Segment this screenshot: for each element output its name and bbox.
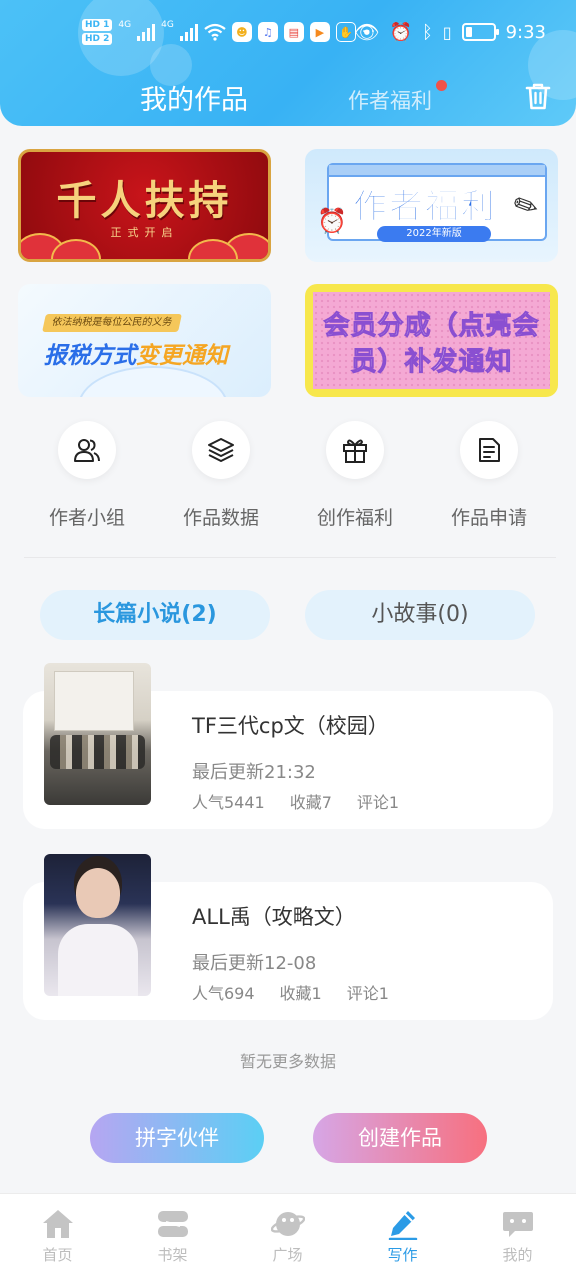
section-divider xyxy=(24,557,556,558)
book-app-icon: ▤ xyxy=(283,22,304,42)
layers-icon xyxy=(192,421,250,479)
wifi-icon xyxy=(204,23,226,41)
network-label-2: 4G xyxy=(161,20,174,30)
banner-title: 报税方式变更通知 xyxy=(44,336,228,370)
quick-label: 作品申请 xyxy=(450,507,527,529)
quick-label: 创作福利 xyxy=(316,507,393,529)
banner-title-line1: 会员分成（点亮会 xyxy=(323,311,540,342)
cover-whiteboard-decor xyxy=(54,671,134,731)
tab-author-welfare[interactable]: 作者福利 xyxy=(348,85,432,115)
chat-bubble-icon xyxy=(460,1206,575,1242)
nav-writing[interactable]: 写作 xyxy=(345,1206,460,1265)
banner-badge: 2022年新版 xyxy=(377,226,491,242)
planet-icon xyxy=(230,1206,345,1242)
hd2-label: HD 2 xyxy=(82,33,113,45)
signal-icon xyxy=(137,23,156,41)
bottom-navigation: 首页 书架 广场 写作 我的 xyxy=(0,1193,576,1280)
no-more-data-text: 暂无更多数据 xyxy=(239,1052,336,1071)
nav-bookshelf[interactable]: 书架 xyxy=(115,1206,230,1265)
home-icon xyxy=(0,1206,115,1242)
work-updated: 最后更新21:32 xyxy=(192,762,316,783)
cover-shirt-decor xyxy=(58,924,138,996)
work-title[interactable]: ALL禹（攻略文） xyxy=(192,901,356,931)
alarm-icon: ⏰ xyxy=(389,21,412,43)
battery-icon xyxy=(461,23,499,41)
top-header: HD 1 HD 2 4G 4G ☻ ♫ ▤ ▶ ✋ ··· 👁 ⏰ ᛒ ▯ 9:… xyxy=(0,0,576,126)
notification-dot xyxy=(436,80,447,91)
hand-app-icon: ✋ xyxy=(335,22,356,42)
banner-author-welfare[interactable]: 作者福利 2022年新版 ⏰ ✏ xyxy=(305,149,558,262)
hd-indicator: HD 1 HD 2 xyxy=(82,19,113,45)
tab-my-works[interactable]: 我的作品 xyxy=(140,78,248,117)
quick-work-application[interactable]: 作品申请 xyxy=(422,421,556,530)
group-icon xyxy=(58,421,116,479)
banner-title-a: 报税方式 xyxy=(44,343,136,369)
work-cover-image[interactable] xyxy=(44,663,151,805)
banner-title-b: 变更通知 xyxy=(136,343,228,369)
status-bar: HD 1 HD 2 4G 4G ☻ ♫ ▤ ▶ ✋ ··· 👁 ⏰ ᛒ ▯ 9:… xyxy=(0,14,576,50)
banner-title: 会员分成（点亮会 员）补发通知 xyxy=(305,308,558,380)
work-stats: 人气694 收藏1 评论1 xyxy=(192,980,389,1004)
work-comments: 评论1 xyxy=(356,793,400,812)
work-comments: 评论1 xyxy=(346,984,389,1003)
gift-icon xyxy=(326,421,384,479)
clock-dial-decor xyxy=(78,366,228,397)
create-work-button[interactable]: 创建作品 xyxy=(313,1113,487,1163)
work-stats: 人气5441 收藏7 评论1 xyxy=(192,789,399,813)
nav-label: 首页 xyxy=(42,1246,73,1264)
cover-face-decor xyxy=(76,868,120,918)
banner-member-share-notice[interactable]: 会员分成（点亮会 员）补发通知 xyxy=(305,284,558,397)
nav-square[interactable]: 广场 xyxy=(230,1206,345,1265)
banner-title: 作者福利 xyxy=(353,187,497,228)
writing-partner-button[interactable]: 拼字伙伴 xyxy=(90,1113,264,1163)
banner-title: 千人扶持 xyxy=(56,177,233,224)
quick-creation-welfare[interactable]: 创作福利 xyxy=(288,421,422,530)
tab-long-novels[interactable]: 长篇小说(2) xyxy=(40,590,270,640)
network-label: 4G xyxy=(118,20,132,30)
eye-icon: 👁 xyxy=(354,20,380,44)
work-popularity: 人气694 xyxy=(192,984,255,1003)
pen-icon xyxy=(345,1206,460,1242)
nav-home[interactable]: 首页 xyxy=(0,1206,115,1265)
work-updated: 最后更新12-08 xyxy=(192,953,317,974)
cover-group-decor xyxy=(50,735,145,769)
document-icon xyxy=(460,421,518,479)
bluetooth-icon: ᛒ xyxy=(421,21,433,43)
signal-icon-2 xyxy=(179,23,198,41)
nav-label: 书架 xyxy=(157,1246,188,1264)
work-favorites: 收藏7 xyxy=(289,793,332,812)
quick-label: 作品数据 xyxy=(182,507,259,529)
nav-label: 广场 xyxy=(272,1246,303,1264)
work-favorites: 收藏1 xyxy=(279,984,322,1003)
music-app-icon: ♫ xyxy=(257,22,278,42)
work-cover-image[interactable] xyxy=(44,854,151,996)
bookshelf-icon xyxy=(115,1206,230,1242)
nav-label: 我的 xyxy=(502,1246,533,1264)
nav-mine[interactable]: 我的 xyxy=(460,1206,575,1265)
banner-title-line2: 员）补发通知 xyxy=(350,347,513,378)
banner-tax-notice[interactable]: 依法纳税是每位公民的义务 报税方式变更通知 xyxy=(18,284,271,397)
vibrate-icon: ▯ xyxy=(442,22,452,42)
work-popularity: 人气5441 xyxy=(192,793,265,812)
work-title[interactable]: TF三代cp文（校园） xyxy=(192,710,389,740)
hd1-label: HD 1 xyxy=(82,19,113,31)
clock-decor-icon: ⏰ xyxy=(317,207,347,235)
quick-work-data[interactable]: 作品数据 xyxy=(154,421,288,530)
nav-label: 写作 xyxy=(387,1246,418,1264)
banner-support-program[interactable]: 千人扶持 正式开启 xyxy=(18,149,271,262)
quick-author-group[interactable]: 作者小组 xyxy=(20,421,154,530)
tab-short-stories[interactable]: 小故事(0) xyxy=(305,590,535,640)
video-app-icon: ▶ xyxy=(309,22,330,42)
banner-tag: 依法纳税是每位公民的义务 xyxy=(42,314,182,332)
quick-label: 作者小组 xyxy=(48,507,125,529)
clock-time: 9:33 xyxy=(505,21,546,43)
trash-icon[interactable] xyxy=(522,80,554,112)
app-notify-icon: ☻ xyxy=(231,22,252,42)
